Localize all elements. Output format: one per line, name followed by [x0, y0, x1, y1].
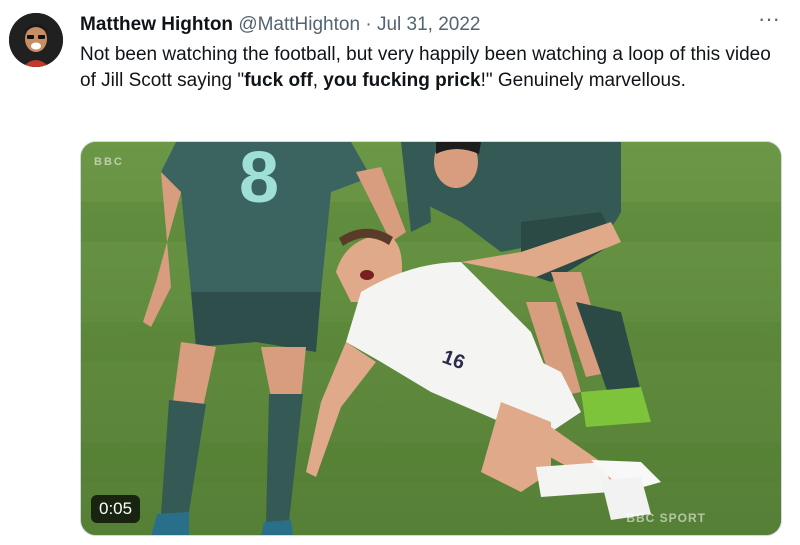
video-duration: 0:05 — [91, 495, 141, 523]
tweet-text-part: !" Genuinely marvellous. — [480, 70, 686, 91]
avatar-image — [9, 13, 63, 67]
tweet-text-bold: you fucking prick — [323, 70, 481, 91]
shirt-number-green: 8 — [239, 142, 279, 218]
more-options-icon[interactable]: ··· — [754, 8, 784, 38]
tweet-header: Matthew Highton @MattHighton · Jul 31, 2… — [80, 12, 780, 38]
video-player[interactable]: 8 16 BBC BBC SPORT 0:05 — [80, 141, 782, 536]
tweet-text-part: , — [312, 70, 324, 91]
author-name[interactable]: Matthew Highton — [80, 14, 233, 35]
bbc-sport-watermark: BBC SPORT — [626, 511, 706, 525]
meta-separator: · — [360, 14, 377, 35]
tweet-text: Not been watching the football, but very… — [80, 42, 780, 94]
bbc-watermark: BBC — [94, 156, 124, 168]
video-frame: 8 16 — [81, 142, 781, 535]
tweet-date[interactable]: Jul 31, 2022 — [377, 14, 481, 35]
tweet-text-bold: fuck off — [244, 70, 313, 91]
author-handle[interactable]: @MattHighton — [238, 14, 360, 35]
tweet-card[interactable]: Matthew Highton @MattHighton · Jul 31, 2… — [0, 0, 800, 545]
avatar[interactable] — [9, 13, 63, 67]
